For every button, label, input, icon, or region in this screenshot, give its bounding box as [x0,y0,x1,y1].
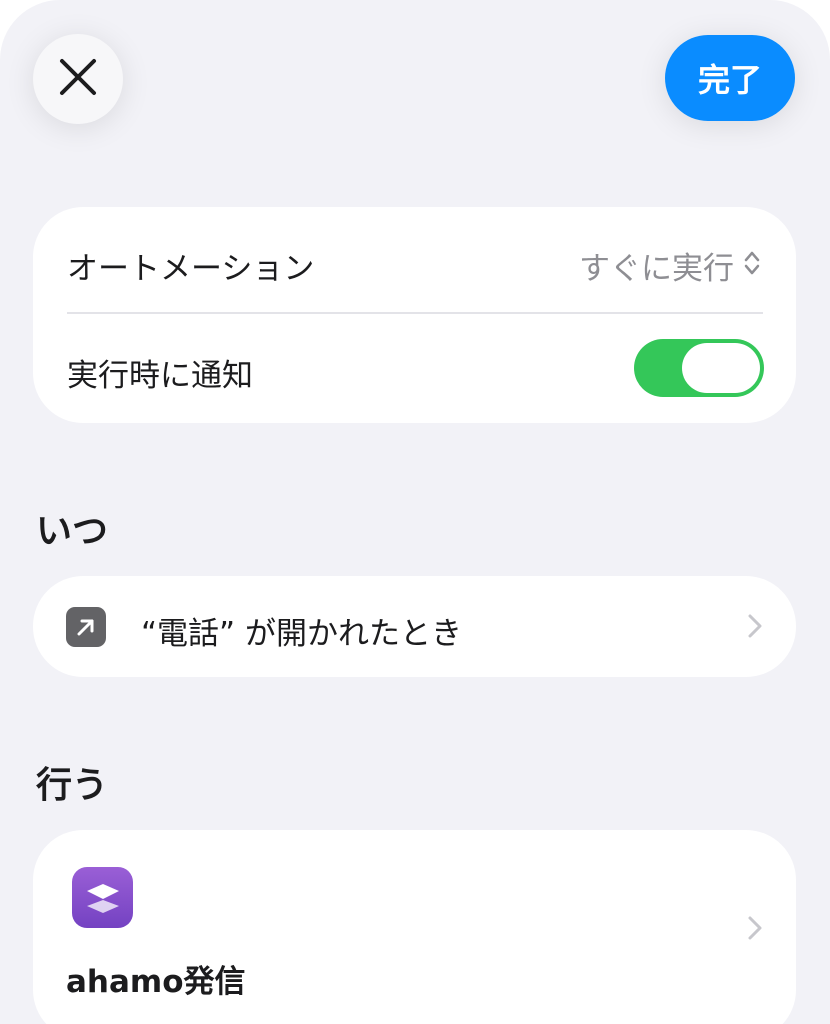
notify-on-run-toggle[interactable] [634,339,764,397]
chevron-right-icon [747,613,763,643]
trigger-row[interactable]: “電話” が開かれたとき [33,576,796,677]
automation-sheet: 完了 オートメーション すぐに実行 実行時に通知 いつ “電話” が開かれたとき [0,0,830,1024]
divider [67,312,763,314]
section-header-when: いつ [36,511,109,552]
app-open-arrow-icon [66,607,106,647]
automation-label: オートメーション [67,251,315,287]
toggle-knob [682,343,760,393]
shortcut-action-row[interactable]: ahamo発信 [33,830,796,1024]
shortcut-name: ahamo発信 [66,964,246,1000]
automation-mode-value: すぐに実行 [579,251,734,287]
automation-mode-picker[interactable]: すぐに実行 [579,243,760,288]
chevron-up-down-icon [734,248,760,284]
close-icon [58,57,98,101]
trigger-label: “電話” が開かれたとき [141,616,462,652]
notify-on-run-label: 実行時に通知 [67,358,253,394]
chevron-right-icon [747,915,763,945]
close-button[interactable] [33,34,123,124]
section-header-do: 行う [36,765,109,806]
done-button[interactable]: 完了 [665,35,795,121]
shortcuts-layers-icon [72,867,133,928]
settings-card: オートメーション すぐに実行 実行時に通知 [33,207,796,423]
